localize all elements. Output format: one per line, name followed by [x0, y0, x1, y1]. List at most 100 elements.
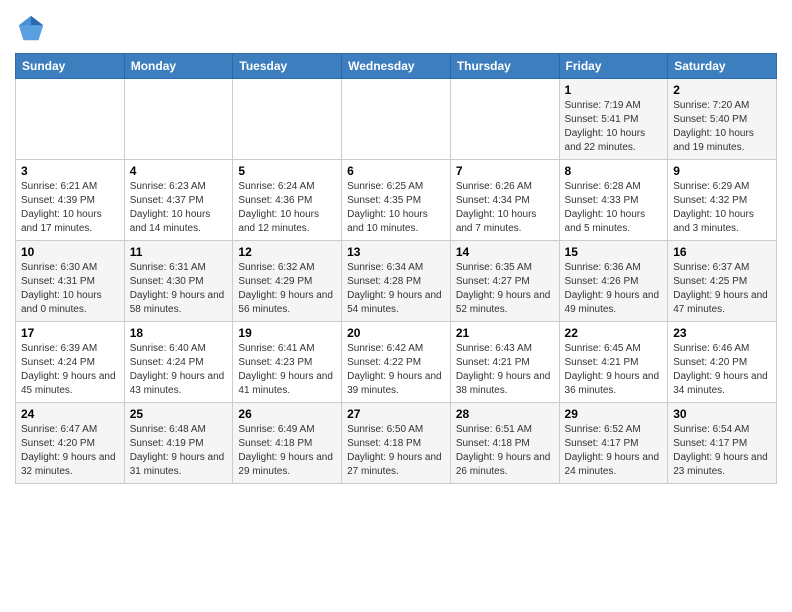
dow-header-tuesday: Tuesday [233, 54, 342, 79]
day-number: 30 [673, 407, 771, 421]
day-info: Daylight: 9 hours and 29 minutes. [238, 451, 336, 479]
day-info: Sunrise: 6:24 AM [238, 180, 336, 194]
day-info: Sunset: 4:18 PM [238, 437, 336, 451]
day-cell [124, 79, 233, 160]
day-number: 13 [347, 245, 445, 259]
day-number: 19 [238, 326, 336, 340]
day-number: 24 [21, 407, 119, 421]
day-info: Sunset: 4:29 PM [238, 275, 336, 289]
day-info: Sunrise: 6:47 AM [21, 423, 119, 437]
day-cell: 25Sunrise: 6:48 AMSunset: 4:19 PMDayligh… [124, 403, 233, 484]
day-number: 18 [130, 326, 228, 340]
dow-header-friday: Friday [559, 54, 668, 79]
day-cell: 24Sunrise: 6:47 AMSunset: 4:20 PMDayligh… [16, 403, 125, 484]
day-info: Sunset: 4:33 PM [565, 194, 663, 208]
day-info: Sunrise: 6:37 AM [673, 261, 771, 275]
day-info: Sunrise: 6:23 AM [130, 180, 228, 194]
day-cell: 30Sunrise: 6:54 AMSunset: 4:17 PMDayligh… [668, 403, 777, 484]
day-info: Daylight: 9 hours and 24 minutes. [565, 451, 663, 479]
day-number: 6 [347, 164, 445, 178]
logo [15, 14, 45, 47]
day-info: Sunset: 4:32 PM [673, 194, 771, 208]
day-info: Sunset: 4:21 PM [565, 356, 663, 370]
day-info: Sunrise: 6:40 AM [130, 342, 228, 356]
day-cell: 3Sunrise: 6:21 AMSunset: 4:39 PMDaylight… [16, 160, 125, 241]
day-info: Sunrise: 6:42 AM [347, 342, 445, 356]
day-number: 8 [565, 164, 663, 178]
day-info: Sunrise: 6:29 AM [673, 180, 771, 194]
day-info: Daylight: 9 hours and 56 minutes. [238, 289, 336, 317]
day-number: 28 [456, 407, 554, 421]
day-info: Sunset: 4:37 PM [130, 194, 228, 208]
day-info: Daylight: 9 hours and 52 minutes. [456, 289, 554, 317]
day-info: Daylight: 10 hours and 17 minutes. [21, 208, 119, 236]
day-info: Sunset: 5:41 PM [565, 113, 663, 127]
week-row-3: 10Sunrise: 6:30 AMSunset: 4:31 PMDayligh… [16, 241, 777, 322]
day-info: Sunrise: 6:31 AM [130, 261, 228, 275]
week-row-1: 1Sunrise: 7:19 AMSunset: 5:41 PMDaylight… [16, 79, 777, 160]
day-info: Daylight: 9 hours and 38 minutes. [456, 370, 554, 398]
day-number: 17 [21, 326, 119, 340]
day-number: 20 [347, 326, 445, 340]
day-info: Sunrise: 6:26 AM [456, 180, 554, 194]
day-cell: 2Sunrise: 7:20 AMSunset: 5:40 PMDaylight… [668, 79, 777, 160]
day-info: Sunset: 4:23 PM [238, 356, 336, 370]
day-info: Sunset: 4:25 PM [673, 275, 771, 289]
day-info: Daylight: 9 hours and 32 minutes. [21, 451, 119, 479]
day-info: Sunrise: 6:50 AM [347, 423, 445, 437]
calendar: SundayMondayTuesdayWednesdayThursdayFrid… [15, 53, 777, 484]
day-info: Sunset: 4:18 PM [456, 437, 554, 451]
day-number: 23 [673, 326, 771, 340]
day-number: 2 [673, 83, 771, 97]
day-info: Sunrise: 6:25 AM [347, 180, 445, 194]
day-info: Daylight: 9 hours and 41 minutes. [238, 370, 336, 398]
day-cell: 11Sunrise: 6:31 AMSunset: 4:30 PMDayligh… [124, 241, 233, 322]
day-number: 12 [238, 245, 336, 259]
day-info: Sunrise: 6:45 AM [565, 342, 663, 356]
day-cell [16, 79, 125, 160]
day-info: Sunrise: 6:52 AM [565, 423, 663, 437]
day-cell [342, 79, 451, 160]
day-info: Daylight: 9 hours and 26 minutes. [456, 451, 554, 479]
day-info: Sunrise: 6:36 AM [565, 261, 663, 275]
day-info: Daylight: 10 hours and 19 minutes. [673, 127, 771, 155]
day-number: 4 [130, 164, 228, 178]
day-info: Sunrise: 6:35 AM [456, 261, 554, 275]
day-info: Daylight: 9 hours and 54 minutes. [347, 289, 445, 317]
day-info: Sunset: 4:24 PM [130, 356, 228, 370]
day-info: Daylight: 9 hours and 39 minutes. [347, 370, 445, 398]
day-info: Daylight: 10 hours and 14 minutes. [130, 208, 228, 236]
day-cell: 8Sunrise: 6:28 AMSunset: 4:33 PMDaylight… [559, 160, 668, 241]
day-info: Sunrise: 6:48 AM [130, 423, 228, 437]
day-info: Daylight: 10 hours and 3 minutes. [673, 208, 771, 236]
day-cell: 15Sunrise: 6:36 AMSunset: 4:26 PMDayligh… [559, 241, 668, 322]
day-info: Daylight: 9 hours and 47 minutes. [673, 289, 771, 317]
day-info: Daylight: 9 hours and 45 minutes. [21, 370, 119, 398]
day-number: 21 [456, 326, 554, 340]
day-info: Sunset: 4:36 PM [238, 194, 336, 208]
day-info: Sunrise: 6:41 AM [238, 342, 336, 356]
day-info: Sunset: 4:18 PM [347, 437, 445, 451]
day-info: Sunset: 4:31 PM [21, 275, 119, 289]
day-info: Sunrise: 7:20 AM [673, 99, 771, 113]
day-cell: 20Sunrise: 6:42 AMSunset: 4:22 PMDayligh… [342, 322, 451, 403]
day-info: Daylight: 9 hours and 58 minutes. [130, 289, 228, 317]
day-number: 10 [21, 245, 119, 259]
calendar-body: 1Sunrise: 7:19 AMSunset: 5:41 PMDaylight… [16, 79, 777, 484]
day-info: Daylight: 9 hours and 36 minutes. [565, 370, 663, 398]
day-info: Sunset: 4:30 PM [130, 275, 228, 289]
day-number: 14 [456, 245, 554, 259]
day-cell: 6Sunrise: 6:25 AMSunset: 4:35 PMDaylight… [342, 160, 451, 241]
day-cell: 21Sunrise: 6:43 AMSunset: 4:21 PMDayligh… [450, 322, 559, 403]
day-number: 3 [21, 164, 119, 178]
day-info: Sunrise: 6:21 AM [21, 180, 119, 194]
day-info: Sunrise: 6:54 AM [673, 423, 771, 437]
day-info: Daylight: 10 hours and 0 minutes. [21, 289, 119, 317]
day-info: Daylight: 9 hours and 31 minutes. [130, 451, 228, 479]
day-info: Daylight: 9 hours and 49 minutes. [565, 289, 663, 317]
day-info: Sunrise: 6:51 AM [456, 423, 554, 437]
dow-header-sunday: Sunday [16, 54, 125, 79]
logo-icon [17, 14, 45, 42]
day-number: 1 [565, 83, 663, 97]
day-info: Daylight: 9 hours and 23 minutes. [673, 451, 771, 479]
